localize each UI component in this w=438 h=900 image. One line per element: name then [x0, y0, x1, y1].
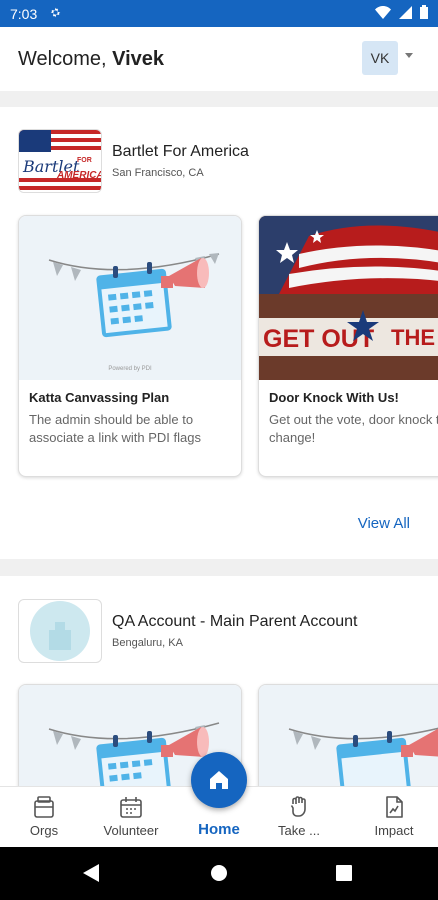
nav-item-take-action[interactable]: Take ...: [259, 787, 339, 848]
welcome-heading: Welcome, Vivek: [18, 48, 164, 71]
org-name: QA Account - Main Parent Account: [112, 613, 358, 630]
nav-label-orgs: Orgs: [29, 823, 59, 838]
document-chart-icon: [386, 796, 403, 818]
building-icon: [34, 796, 54, 818]
org-header-qa[interactable]: QA Account - Main Parent Account Bengalu…: [18, 599, 357, 663]
logo-for-text: FOR: [77, 157, 92, 164]
settings-gear-icon: [49, 6, 62, 22]
org-header-bartlet[interactable]: Bartlet FOR AMERICA Bartlet For America …: [18, 129, 249, 193]
card-description-line2: associate a link with PDI flags: [29, 430, 201, 445]
nav-item-impact[interactable]: Impact: [354, 787, 434, 848]
account-dropdown-chevron-icon[interactable]: [405, 53, 413, 58]
nav-label-take-action: Take ...: [278, 823, 320, 838]
card-description: The admin should be able to associate a …: [19, 405, 241, 447]
org-location: San Francisco, CA: [112, 167, 204, 179]
card-title: Door Knock With Us!: [269, 390, 399, 405]
card-description: Get out the vote, door knock to create c…: [259, 405, 438, 447]
raised-fist-icon: [290, 796, 306, 817]
nav-label-impact: Impact: [374, 823, 414, 838]
app-header: Welcome, Vivek VK: [0, 27, 438, 91]
org-logo-bartlet: Bartlet FOR AMERICA: [18, 129, 102, 193]
user-name: Vivek: [112, 47, 165, 70]
card-description-line2: change!: [269, 430, 316, 445]
wifi-icon: [375, 5, 391, 22]
org-name: Bartlet For America: [112, 143, 249, 160]
banner-text-the-w: THE W: [391, 325, 438, 350]
org-section-bartlet: Bartlet FOR AMERICA Bartlet For America …: [0, 107, 438, 559]
action-card-door-knock[interactable]: GET OUT THE W Door Knock With Us! Get ou…: [258, 215, 438, 477]
card-description-line1: The admin should be able to: [29, 412, 194, 427]
calendar-megaphone-icon: [48, 253, 220, 338]
status-bar: 7:03: [0, 0, 438, 27]
android-navigation-bar: [0, 847, 438, 900]
home-circle-icon: [211, 865, 227, 881]
nav-item-orgs[interactable]: Orgs: [4, 787, 84, 848]
logo-america-text: AMERICA: [56, 170, 102, 181]
org-location: Bengaluru, KA: [112, 637, 183, 649]
org-logo-qa: [18, 599, 102, 663]
action-card-katta[interactable]: Powered by PDI Katta Canvassing Plan The…: [18, 215, 242, 477]
back-icon: [83, 864, 99, 882]
nav-label-home[interactable]: Home: [180, 821, 258, 838]
view-all-link[interactable]: View All: [358, 515, 410, 532]
signal-icon: [399, 5, 412, 22]
nav-label-volunteer: Volunteer: [103, 823, 159, 838]
card-description-line1: Get out the vote, door knock to create: [269, 412, 438, 427]
nav-item-volunteer[interactable]: Volunteer: [91, 787, 171, 848]
nav-item-home[interactable]: [191, 752, 247, 808]
card-title: Katta Canvassing Plan: [29, 390, 170, 405]
card-image-calendar: Powered by PDI: [19, 216, 241, 380]
powered-by-label: Powered by PDI: [108, 366, 152, 372]
recents-icon: [336, 865, 352, 881]
welcome-prefix: Welcome,: [18, 47, 113, 70]
battery-icon: [420, 5, 428, 22]
status-time: 7:03: [10, 5, 38, 22]
card-image-get-out-the-vote: GET OUT THE W: [259, 216, 438, 380]
calendar-icon: [120, 797, 142, 818]
home-icon: [210, 771, 228, 789]
user-avatar[interactable]: VK: [362, 41, 398, 75]
